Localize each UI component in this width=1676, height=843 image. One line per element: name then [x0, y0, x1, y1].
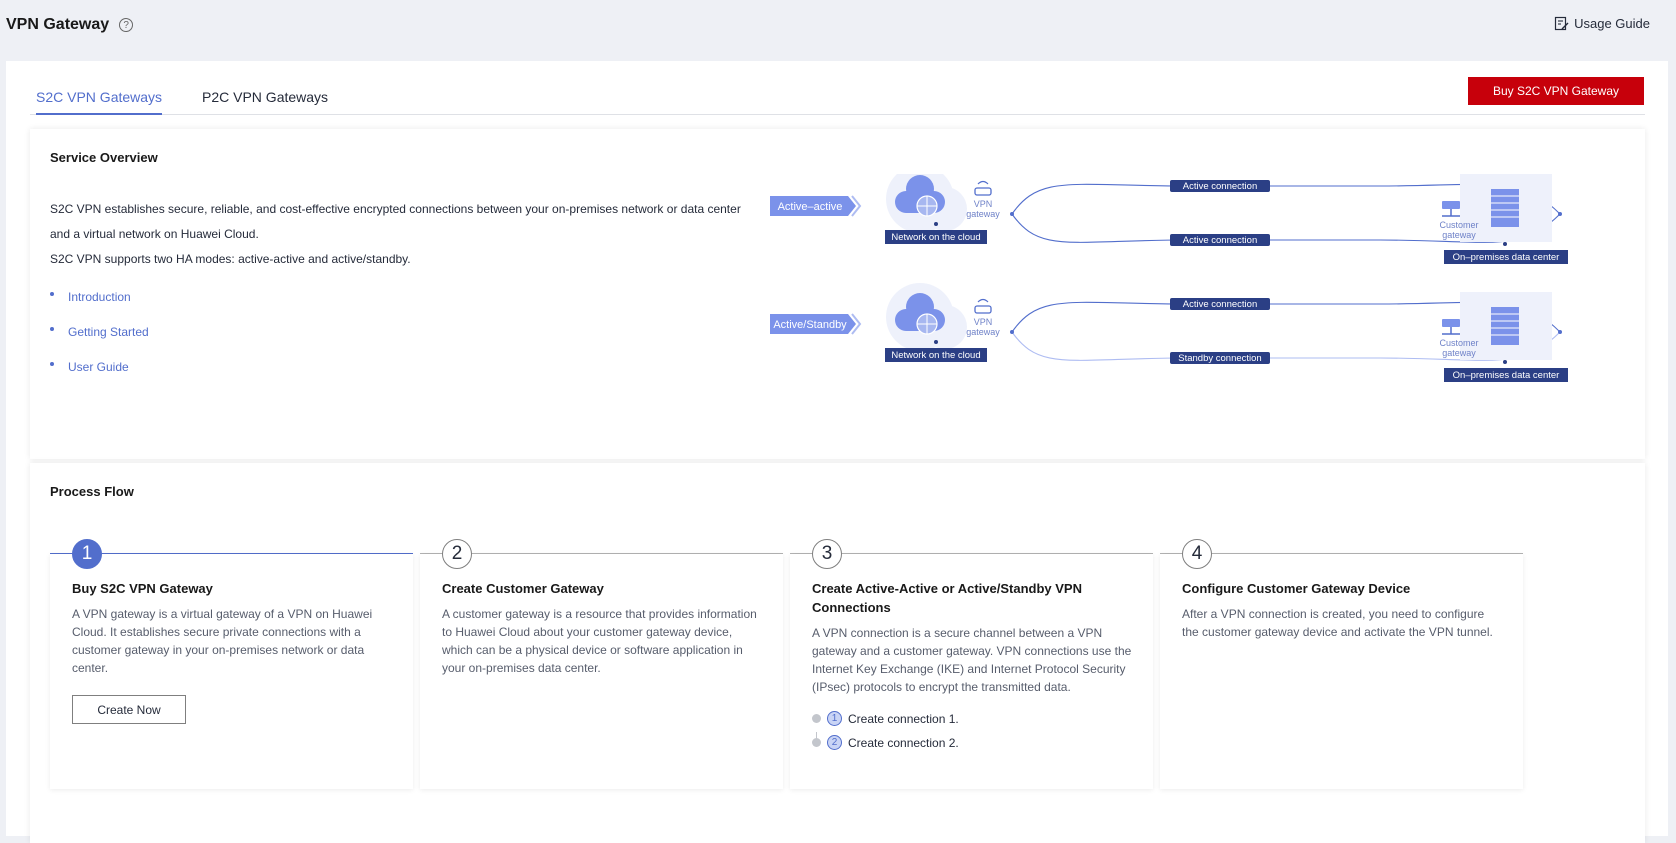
usage-guide-label: Usage Guide — [1574, 16, 1650, 31]
tab-s2c-vpn-gateways[interactable]: S2C VPN Gateways — [36, 89, 163, 115]
introduction-link[interactable]: Introduction — [50, 279, 149, 314]
step-number: 4 — [1182, 539, 1212, 569]
overview-text-line-1: S2C VPN establishes secure, reliable, an… — [50, 202, 741, 216]
sub-step-label: Create connection 2. — [848, 735, 959, 750]
customer-gateway-label: Customer — [1439, 338, 1478, 348]
connection-label: Active connection — [1183, 299, 1257, 310]
connector-dot — [1503, 360, 1507, 364]
getting-started-link-label: Getting Started — [68, 324, 149, 339]
step-description: After a VPN connection is created, you n… — [1182, 607, 1493, 639]
connector-dot — [934, 340, 938, 344]
user-guide-link[interactable]: User Guide — [50, 349, 149, 384]
process-step-2: 2 Create Customer Gateway A customer gat… — [420, 539, 783, 789]
vpn-gateway-label: gateway — [966, 209, 1000, 219]
process-flow-panel: Process Flow 1 Buy S2C VPN Gateway A VPN… — [30, 463, 1645, 843]
sub-step-2[interactable]: 2 Create connection 2. — [812, 735, 959, 750]
server-rack-icon — [1491, 307, 1519, 345]
customer-gateway-icon — [1442, 319, 1460, 335]
sub-step-1[interactable]: 1 Create connection 1. — [812, 711, 959, 726]
router-icon — [974, 298, 992, 314]
user-guide-link-label: User Guide — [68, 359, 129, 374]
active-active-row: Active–active VPN gateway Network on the… — [770, 174, 1568, 264]
process-flow-title: Process Flow — [50, 484, 134, 499]
customer-gateway-icon — [1442, 201, 1460, 217]
connector-dot — [934, 222, 938, 226]
step-description: A VPN connection is a secure channel bet… — [812, 626, 1132, 694]
data-center-label: On–premises data center — [1453, 370, 1560, 381]
overview-text-line-3: S2C VPN supports two HA modes: active-ac… — [50, 252, 411, 266]
tab-p2c-vpn-gateways[interactable]: P2C VPN Gateways — [202, 89, 328, 105]
bullet-icon — [50, 361, 54, 366]
step-number: 2 — [442, 539, 472, 569]
step-title: Create Customer Gateway — [442, 581, 604, 596]
step-description: A VPN gateway is a virtual gateway of a … — [72, 607, 373, 675]
process-step-4: 4 Configure Customer Gateway Device Afte… — [1160, 539, 1523, 789]
buy-s2c-vpn-gateway-button[interactable]: Buy S2C VPN Gateway — [1468, 77, 1644, 105]
connector-dot — [1010, 330, 1014, 334]
vpn-gateway-label: gateway — [966, 327, 1000, 337]
main-card: S2C VPN Gateways P2C VPN Gateways Buy S2… — [6, 61, 1668, 843]
connector-dot — [1558, 330, 1562, 334]
step-title: Configure Customer Gateway Device — [1182, 581, 1411, 596]
overview-links: Introduction Getting Started User Guide — [50, 279, 149, 384]
introduction-link-label: Introduction — [68, 289, 131, 304]
sub-step-label: Create connection 1. — [848, 711, 959, 726]
customer-gateway-label: Customer — [1439, 220, 1478, 230]
step-title: Buy S2C VPN Gateway — [72, 581, 213, 596]
sub-step-number: 2 — [827, 735, 842, 750]
page-header: VPN Gateway ? Usage Guide — [0, 0, 1676, 50]
connector-dot — [1503, 242, 1507, 246]
cloud-network-label: Network on the cloud — [891, 232, 980, 243]
getting-started-link[interactable]: Getting Started — [50, 314, 149, 349]
step-number: 1 — [72, 539, 102, 569]
vpn-gateway-label: VPN — [974, 199, 993, 209]
connection-label: Standby connection — [1178, 353, 1261, 364]
sub-step-dot-icon — [812, 738, 821, 747]
sub-step-number: 1 — [827, 711, 842, 726]
sub-step-dot-icon — [812, 714, 821, 723]
step-description: A customer gateway is a resource that pr… — [442, 607, 757, 675]
customer-gateway-label: gateway — [1442, 348, 1476, 358]
step-number: 3 — [812, 539, 842, 569]
tab-bar: S2C VPN Gateways P2C VPN Gateways — [30, 61, 1645, 115]
service-overview-title: Service Overview — [50, 150, 158, 165]
server-rack-icon — [1491, 189, 1519, 227]
page-title: VPN Gateway — [6, 16, 110, 33]
process-step-3: 3 Create Active-Active or Active/Standby… — [790, 539, 1153, 789]
usage-guide-link[interactable]: Usage Guide — [1554, 16, 1650, 31]
process-step-1: 1 Buy S2C VPN Gateway A VPN gateway is a… — [50, 539, 413, 789]
connector-dot — [1010, 212, 1014, 216]
overview-text-line-2: and a virtual network on Huawei Cloud. — [50, 227, 259, 241]
vpn-gateway-label: VPN — [974, 317, 993, 327]
customer-gateway-label: gateway — [1442, 230, 1476, 240]
service-overview-panel: Service Overview S2C VPN establishes sec… — [30, 129, 1645, 459]
process-steps: 1 Buy S2C VPN Gateway A VPN gateway is a… — [50, 539, 1625, 789]
bullet-icon — [50, 326, 54, 331]
document-edit-icon — [1555, 16, 1569, 31]
ha-mode-diagram: Active–active VPN gateway Network on the… — [770, 174, 1568, 382]
active-standby-row: Active/Standby VPN gateway Network on th… — [770, 283, 1568, 382]
create-now-button[interactable]: Create Now — [72, 695, 186, 724]
step-title: Create Active-Active or Active/Standby V… — [812, 581, 1082, 615]
connection-label: Active connection — [1183, 235, 1257, 246]
connection-label: Active connection — [1183, 181, 1257, 192]
service-overview-description: S2C VPN establishes secure, reliable, an… — [50, 197, 750, 272]
cloud-network-label: Network on the cloud — [891, 350, 980, 361]
router-icon — [974, 180, 992, 196]
data-center-label: On–premises data center — [1453, 252, 1560, 263]
mode-label-active-active: Active–active — [778, 201, 843, 213]
mode-label-active-standby: Active/Standby — [773, 319, 847, 331]
connector-dot — [1558, 212, 1562, 216]
help-circle-icon[interactable]: ? — [119, 18, 134, 32]
bullet-icon — [50, 291, 54, 296]
